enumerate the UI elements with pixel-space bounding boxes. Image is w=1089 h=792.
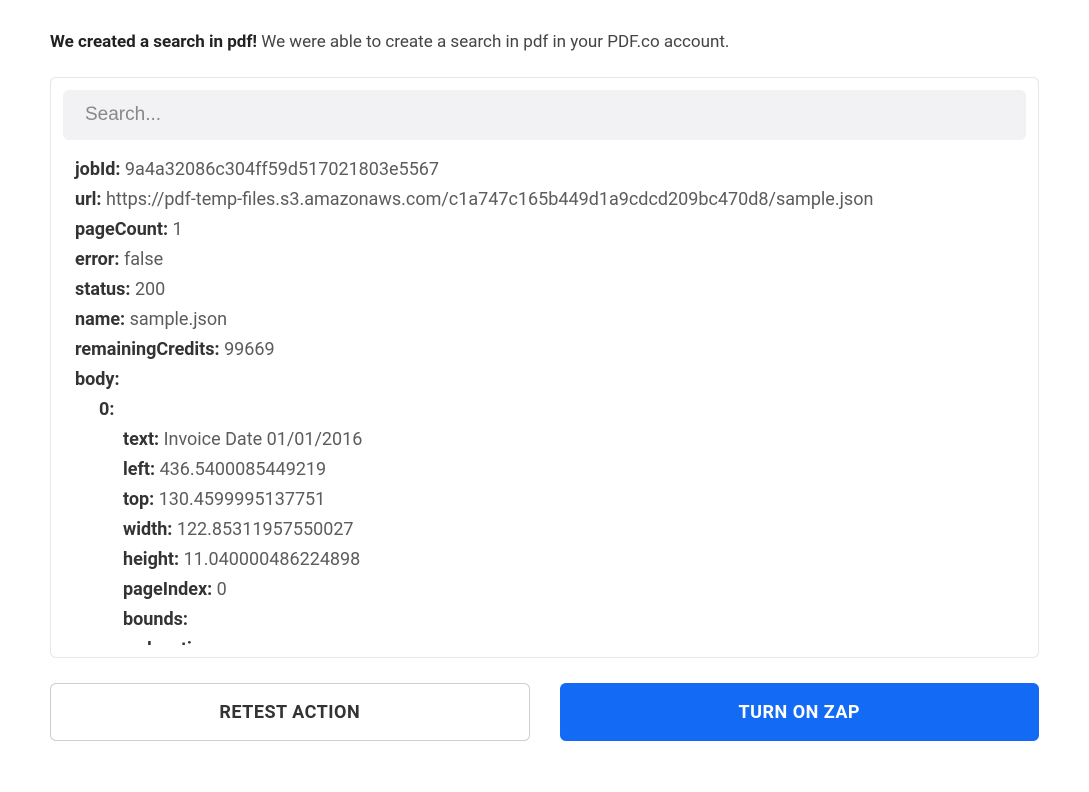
- summary-rest: We were able to create a search in pdf i…: [257, 32, 729, 52]
- label-status: status:: [75, 279, 130, 300]
- row-left: left: 436.5400085449219: [75, 455, 1021, 485]
- value-error: false: [124, 249, 163, 270]
- label-name: name:: [75, 309, 125, 330]
- row-pageindex: pageIndex: 0: [75, 575, 1021, 605]
- row-top: top: 130.4599995137751: [75, 485, 1021, 515]
- button-row: RETEST ACTION TURN ON ZAP: [50, 683, 1039, 741]
- value-pagecount: 1: [173, 219, 183, 240]
- label-text: text:: [123, 429, 159, 450]
- label-error: error:: [75, 249, 119, 270]
- label-body: body:: [75, 369, 120, 390]
- value-width: 122.85311957550027: [177, 519, 354, 540]
- label-pageindex: pageIndex:: [123, 579, 212, 600]
- row-error: error: false: [75, 245, 1021, 275]
- value-url: https://pdf-temp-files.s3.amazonaws.com/…: [106, 189, 873, 210]
- row-body: body:: [75, 365, 1021, 395]
- label-url: url:: [75, 189, 102, 210]
- summary-bold: We created a search in pdf!: [50, 32, 257, 52]
- row-body-0: 0:: [75, 395, 1021, 425]
- result-summary: We created a search in pdf! We were able…: [50, 32, 1039, 52]
- row-pagecount: pageCount: 1: [75, 215, 1021, 245]
- value-top: 130.4599995137751: [159, 489, 326, 510]
- value-jobid: 9a4a32086c304ff59d517021803e5567: [125, 159, 439, 180]
- label-width: width:: [123, 519, 172, 540]
- result-list[interactable]: jobId: 9a4a32086c304ff59d517021803e5567 …: [63, 155, 1026, 645]
- value-left: 436.5400085449219: [160, 459, 327, 480]
- result-panel: jobId: 9a4a32086c304ff59d517021803e5567 …: [50, 77, 1039, 658]
- row-url: url: https://pdf-temp-files.s3.amazonaws…: [75, 185, 1021, 215]
- search-input[interactable]: [63, 90, 1026, 140]
- row-bounds: bounds:: [75, 605, 1021, 635]
- retest-action-button[interactable]: RETEST ACTION: [50, 683, 530, 741]
- label-location: location:: [147, 639, 217, 645]
- row-remainingcredits: remainingCredits: 99669: [75, 335, 1021, 365]
- label-bounds: bounds:: [123, 609, 188, 630]
- row-status: status: 200: [75, 275, 1021, 305]
- value-height: 11.040000486224898: [184, 549, 361, 570]
- row-width: width: 122.85311957550027: [75, 515, 1021, 545]
- label-height: height:: [123, 549, 179, 570]
- label-top: top:: [123, 489, 154, 510]
- value-name: sample.json: [130, 309, 227, 330]
- label-pagecount: pageCount:: [75, 219, 168, 240]
- value-pageindex: 0: [217, 579, 227, 600]
- row-name: name: sample.json: [75, 305, 1021, 335]
- label-body-0: 0:: [99, 399, 114, 420]
- row-height: height: 11.040000486224898: [75, 545, 1021, 575]
- row-jobid: jobId: 9a4a32086c304ff59d517021803e5567: [75, 155, 1021, 185]
- label-left: left:: [123, 459, 155, 480]
- turn-on-zap-button[interactable]: TURN ON ZAP: [560, 683, 1040, 741]
- label-jobid: jobId:: [75, 159, 120, 180]
- row-location: location:: [75, 635, 1021, 645]
- value-status: 200: [135, 279, 165, 300]
- row-text: text: Invoice Date 01/01/2016: [75, 425, 1021, 455]
- value-text: Invoice Date 01/01/2016: [164, 429, 363, 450]
- value-remainingcredits: 99669: [224, 339, 275, 360]
- label-remainingcredits: remainingCredits:: [75, 339, 220, 360]
